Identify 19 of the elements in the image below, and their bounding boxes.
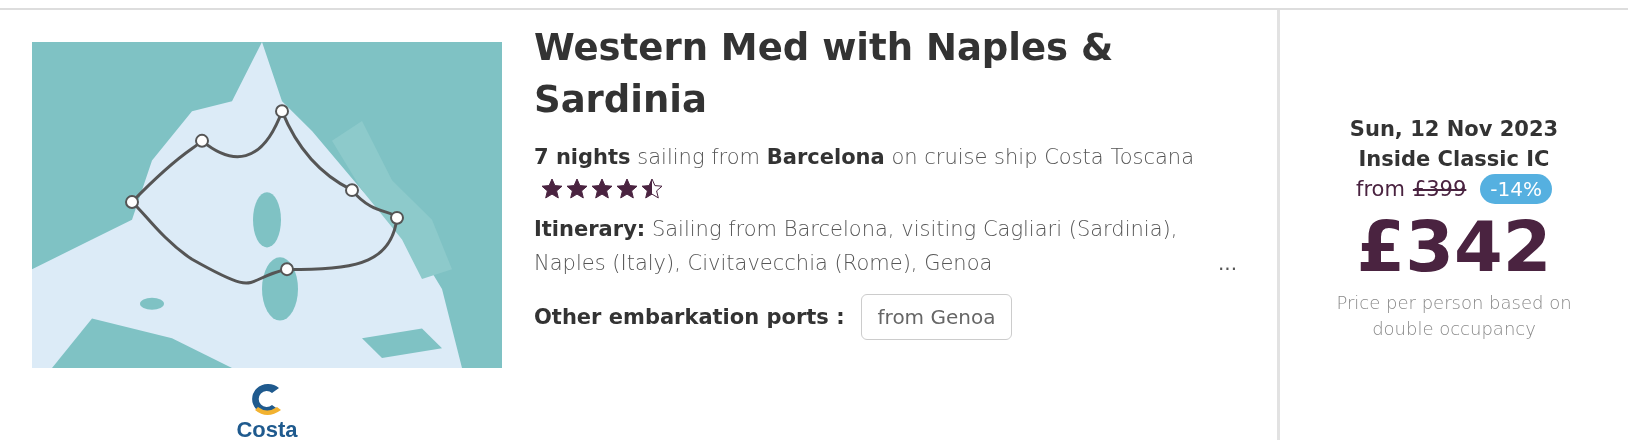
from-label: from bbox=[1356, 177, 1405, 201]
sailing-date: Sun, 12 Nov 2023 bbox=[1349, 116, 1559, 143]
star-icon bbox=[540, 176, 564, 201]
cruise-summary: 7 nights sailing from Barcelona on cruise ship Costa Toscana bbox=[534, 139, 1237, 208]
original-price: £399 bbox=[1412, 177, 1467, 201]
discount-badge: -14% bbox=[1480, 174, 1552, 204]
price: £342 bbox=[1356, 205, 1552, 290]
star-icon bbox=[565, 176, 589, 201]
ports-label: Other embarkation ports : bbox=[534, 304, 845, 329]
itinerary-text: Itinerary: Sailing from Barcelona, visiting Cagliari (Sardinia), Naples (Italy), Civitavecchia (Rome), Genoa bbox=[534, 215, 1179, 277]
star-icon bbox=[590, 176, 614, 201]
star-icon bbox=[640, 176, 664, 201]
star-icon bbox=[615, 176, 639, 201]
cabin-type: Inside Classic IC bbox=[1358, 146, 1550, 173]
logo-text: Costa bbox=[236, 420, 298, 440]
more-link[interactable]: ... bbox=[1217, 245, 1237, 280]
price-note: Price per person based on double occupancy bbox=[1335, 291, 1573, 341]
cruise-title[interactable]: Western Med with Naples & Sardinia bbox=[534, 22, 1237, 126]
port-button[interactable]: from Genoa bbox=[860, 293, 1013, 340]
